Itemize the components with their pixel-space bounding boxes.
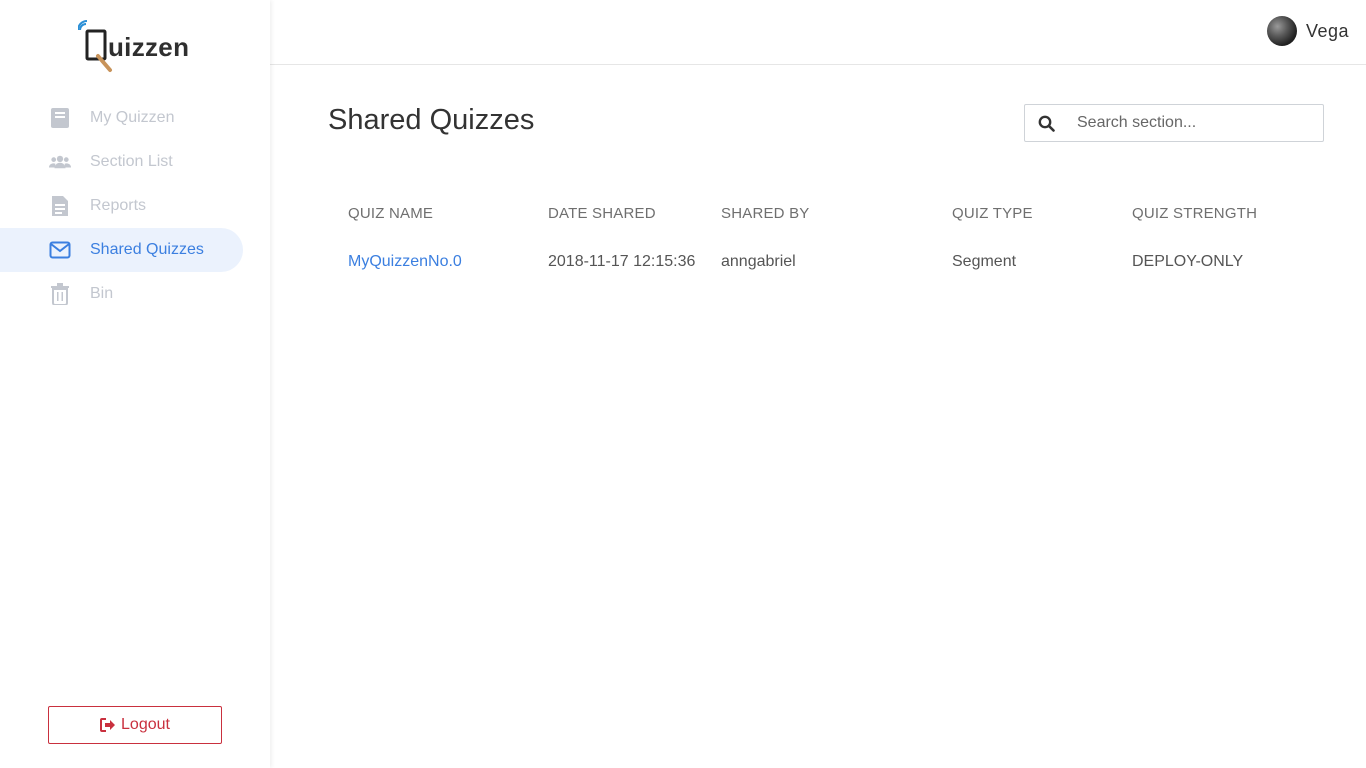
quiz-strength-cell: DEPLOY-ONLY xyxy=(1132,253,1244,270)
sidebar-nav: My Quizzen Section List Reports Shared Q… xyxy=(0,96,270,316)
column-header-quiz-name: QUIZ NAME xyxy=(348,205,434,222)
top-bar: Vega xyxy=(270,0,1366,65)
shared-by-cell: anngabriel xyxy=(721,253,796,270)
quiz-type-cell: Segment xyxy=(952,253,1017,270)
sidebar-item-label: Bin xyxy=(90,285,114,302)
users-icon xyxy=(49,151,71,173)
sidebar-item-section-list[interactable]: Section List xyxy=(0,140,243,184)
column-header-date-shared: DATE SHARED xyxy=(548,205,656,222)
avatar[interactable] xyxy=(1266,16,1297,46)
document-icon xyxy=(49,195,71,217)
column-header-quiz-strength: QUIZ STRENGTH xyxy=(1132,205,1258,222)
sidebar: uizzen My Quizzen Section List Reports S… xyxy=(0,0,270,768)
column-header-shared-by: SHARED BY xyxy=(721,205,810,222)
user-name[interactable]: Vega xyxy=(1306,21,1349,42)
page-title: Shared Quizzes xyxy=(328,104,535,136)
sign-out-icon xyxy=(100,718,116,732)
sidebar-item-label: Shared Quizzes xyxy=(90,241,204,258)
sidebar-item-reports[interactable]: Reports xyxy=(0,184,243,228)
sidebar-item-label: Reports xyxy=(90,197,147,214)
logout-button[interactable]: Logout xyxy=(48,706,222,744)
column-header-quiz-type: QUIZ TYPE xyxy=(952,205,1033,222)
search-input[interactable] xyxy=(1077,114,1317,132)
sidebar-item-my-quizzen[interactable]: My Quizzen xyxy=(0,96,243,140)
quiz-name-link[interactable]: MyQuizzenNo.0 xyxy=(348,253,462,271)
search-box[interactable] xyxy=(1024,104,1324,142)
user-menu[interactable]: Vega xyxy=(1266,16,1349,46)
logo-text: uizzen xyxy=(108,32,190,62)
sidebar-item-shared-quizzes[interactable]: Shared Quizzes xyxy=(0,228,243,272)
sidebar-item-label: My Quizzen xyxy=(90,109,175,126)
quizzen-logo[interactable]: uizzen xyxy=(78,20,208,76)
book-icon xyxy=(49,107,71,129)
logout-label: Logout xyxy=(121,716,170,733)
envelope-icon xyxy=(49,239,71,261)
search-icon xyxy=(1025,115,1067,132)
date-shared-cell: 2018-11-17 12:15:36 xyxy=(548,253,696,270)
sidebar-item-label: Section List xyxy=(90,153,173,170)
trash-icon xyxy=(49,283,71,305)
sidebar-item-bin[interactable]: Bin xyxy=(0,272,243,316)
